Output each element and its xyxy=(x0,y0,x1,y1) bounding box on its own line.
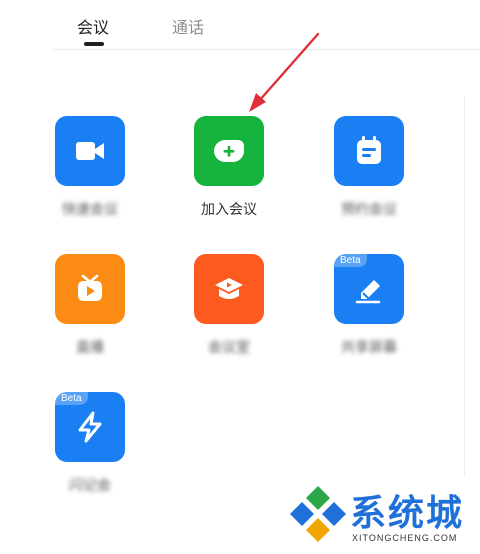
tile-icon-bg[interactable]: Beta xyxy=(55,392,125,462)
tab-call[interactable]: 通话 xyxy=(172,14,204,38)
tile-label: 直播 xyxy=(76,340,104,356)
tile-icon-bg[interactable] xyxy=(55,254,125,324)
beta-badge: Beta xyxy=(55,392,88,405)
tab-bar: 会议 通话 xyxy=(0,0,480,50)
tile-join-meeting[interactable]: 加入会议 xyxy=(194,116,264,218)
tile-icon-bg[interactable] xyxy=(55,116,125,186)
panel-divider xyxy=(464,96,465,476)
watermark-domain: XITONGCHENG.COM xyxy=(352,533,458,543)
tile-schedule-meeting[interactable]: 预约会议 xyxy=(334,116,404,218)
tab-meeting[interactable]: 会议 xyxy=(77,14,109,38)
tile-label: 共享屏幕 xyxy=(341,340,397,356)
tile-classroom[interactable]: 会议室 xyxy=(194,254,264,356)
calendar-icon xyxy=(357,136,381,164)
tile-label: 预约会议 xyxy=(341,202,397,218)
tile-label: 会议室 xyxy=(208,340,250,356)
tile-icon-bg[interactable] xyxy=(194,116,264,186)
active-tab-indicator xyxy=(84,42,104,46)
join-plus-icon xyxy=(214,140,244,162)
beta-badge: Beta xyxy=(334,254,367,267)
tile-label: 闪记会 xyxy=(69,478,111,494)
watermark: 系统城 XITONGCHENG.COM xyxy=(286,480,480,554)
tile-quick-note[interactable]: Beta 闪记会 xyxy=(55,392,125,494)
tab-divider xyxy=(52,49,480,50)
tile-icon-bg[interactable]: Beta xyxy=(334,254,404,324)
tile-share-screen[interactable]: Beta 共享屏幕 xyxy=(334,254,404,356)
watermark-logo-icon xyxy=(290,486,346,542)
tv-play-icon xyxy=(78,274,102,301)
pen-edit-icon xyxy=(355,280,381,304)
video-camera-icon xyxy=(76,142,104,160)
tile-label: 加入会议 xyxy=(201,202,257,218)
tile-icon-bg[interactable] xyxy=(194,254,264,324)
lightning-icon xyxy=(78,411,102,443)
app-page: 会议 通话 快速会议 加入会议 预约会议 直播 会议室 Beta 共享屏幕 Be… xyxy=(0,0,480,554)
tile-quick-meeting[interactable]: 快速会议 xyxy=(55,116,125,218)
graduation-play-icon xyxy=(215,278,243,299)
tile-icon-bg[interactable] xyxy=(334,116,404,186)
tile-label: 快速会议 xyxy=(62,202,118,218)
watermark-title: 系统城 xyxy=(350,493,465,534)
tile-live[interactable]: 直播 xyxy=(55,254,125,356)
